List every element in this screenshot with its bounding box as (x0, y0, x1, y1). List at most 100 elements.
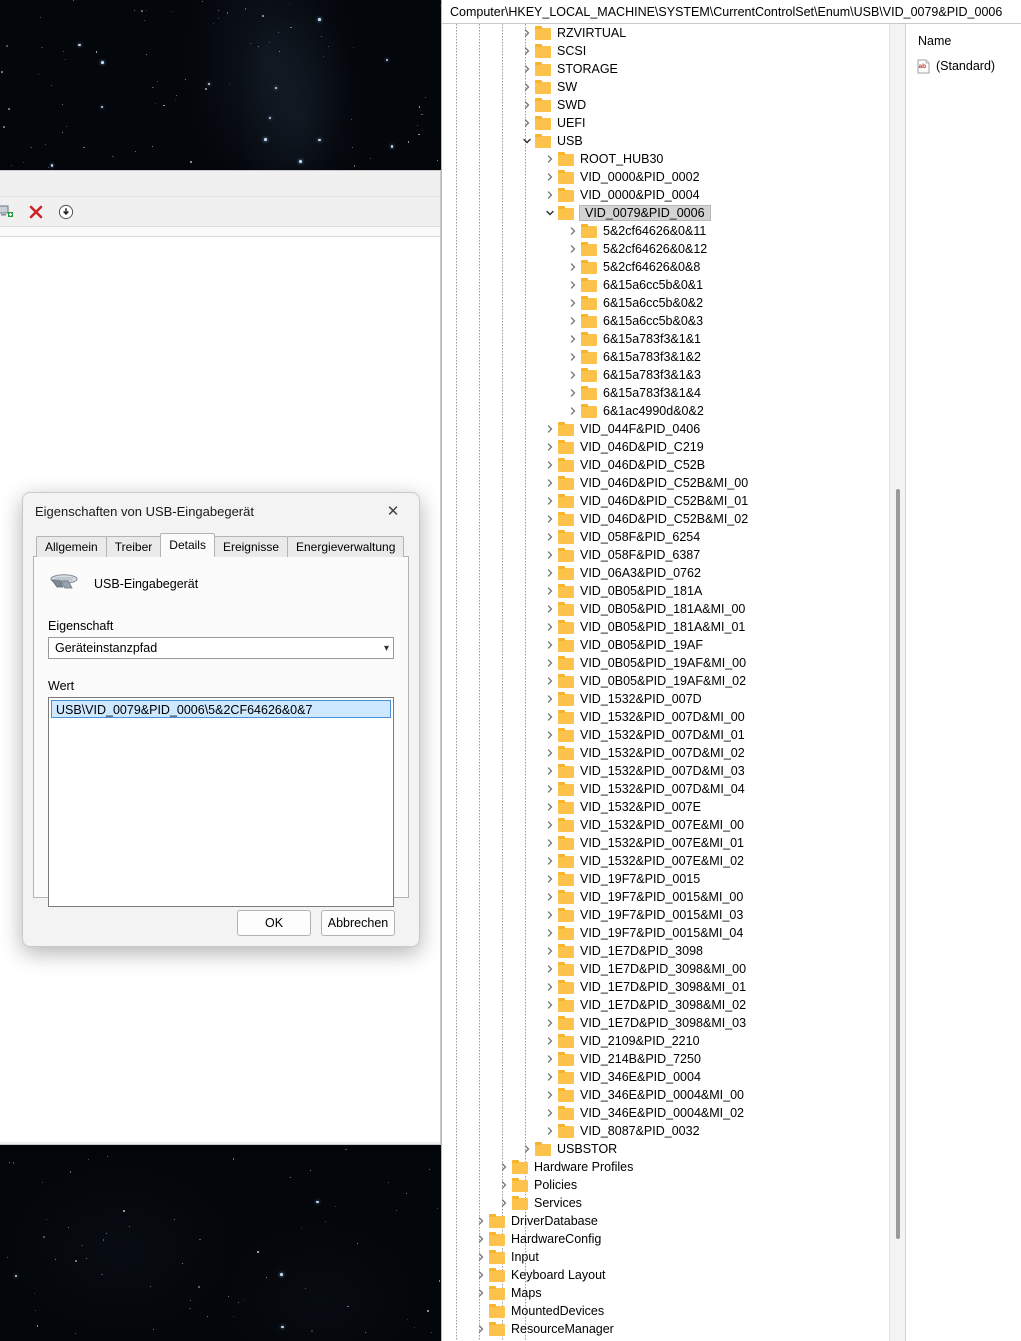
tree-scrollbar[interactable] (889, 24, 905, 1341)
chevron-right-icon[interactable] (542, 529, 558, 545)
chevron-right-icon[interactable] (542, 601, 558, 617)
chevron-right-icon[interactable] (542, 961, 558, 977)
tree-node[interactable]: VID_0B05&PID_19AF&MI_00 (442, 654, 905, 672)
tree-node[interactable]: VID_046D&PID_C52B&MI_02 (442, 510, 905, 528)
chevron-right-icon[interactable] (542, 1069, 558, 1085)
tree-node[interactable]: Maps (442, 1284, 905, 1302)
chevron-right-icon[interactable] (473, 1249, 489, 1265)
chevron-right-icon[interactable] (519, 43, 535, 59)
tree-node[interactable]: 6&15a6cc5b&0&1 (442, 276, 905, 294)
chevron-right-icon[interactable] (542, 1105, 558, 1121)
chevron-right-icon[interactable] (542, 673, 558, 689)
device-manager-toolbar[interactable] (0, 197, 440, 227)
tree-node[interactable]: VID_1532&PID_007E&MI_00 (442, 816, 905, 834)
chevron-right-icon[interactable] (473, 1213, 489, 1229)
tree-node[interactable]: VID_058F&PID_6254 (442, 528, 905, 546)
tree-node[interactable]: VID_044F&PID_0406 (442, 420, 905, 438)
tree-node[interactable]: VID_0000&PID_0002 (442, 168, 905, 186)
chevron-right-icon[interactable] (542, 889, 558, 905)
tree-node[interactable]: SW (442, 78, 905, 96)
tree-scrollbar-thumb[interactable] (896, 489, 900, 1239)
device-properties-dialog[interactable]: Eigenschaften von USB-Eingabegerät ✕ All… (22, 492, 420, 947)
value-row[interactable]: ab(Standard) (906, 56, 1021, 76)
tree-node[interactable]: VID_0B05&PID_181A (442, 582, 905, 600)
tree-node[interactable]: VID_1E7D&PID_3098&MI_01 (442, 978, 905, 996)
chevron-down-icon[interactable] (542, 205, 558, 221)
chevron-right-icon[interactable] (473, 1231, 489, 1247)
tree-node[interactable]: USBSTOR (442, 1140, 905, 1158)
chevron-right-icon[interactable] (542, 1087, 558, 1103)
chevron-right-icon[interactable] (565, 313, 581, 329)
chevron-right-icon[interactable] (565, 277, 581, 293)
chevron-right-icon[interactable] (542, 1015, 558, 1031)
chevron-right-icon[interactable] (542, 421, 558, 437)
chevron-right-icon[interactable] (542, 511, 558, 527)
tree-node[interactable]: VID_1532&PID_007D&MI_01 (442, 726, 905, 744)
chevron-right-icon[interactable] (542, 817, 558, 833)
values-column-header[interactable]: Name (906, 30, 1021, 56)
chevron-right-icon[interactable] (542, 1051, 558, 1067)
tree-node[interactable]: 5&2cf64626&0&12 (442, 240, 905, 258)
device-list-item[interactable]: ler (0, 299, 440, 317)
chevron-right-icon[interactable] (542, 943, 558, 959)
tree-node[interactable]: UEFI (442, 114, 905, 132)
chevron-right-icon[interactable] (496, 1195, 512, 1211)
device-list-item[interactable]: rgerät (0, 407, 440, 425)
tree-node[interactable]: 6&15a6cc5b&0&3 (442, 312, 905, 330)
device-list-item[interactable]: rgerät (0, 389, 440, 407)
chevron-right-icon[interactable] (542, 979, 558, 995)
chevron-right-icon[interactable] (542, 799, 558, 815)
tree-node[interactable]: VID_8087&PID_0032 (442, 1122, 905, 1140)
tree-node[interactable]: VID_1532&PID_007D&MI_02 (442, 744, 905, 762)
tree-node[interactable]: VID_1532&PID_007D&MI_03 (442, 762, 905, 780)
tree-node[interactable]: VID_046D&PID_C219 (442, 438, 905, 456)
chevron-right-icon[interactable] (542, 457, 558, 473)
chevron-right-icon[interactable] (565, 367, 581, 383)
tree-node[interactable]: VID_046D&PID_C52B&MI_01 (442, 492, 905, 510)
tree-node[interactable]: HardwareConfig (442, 1230, 905, 1248)
tree-node[interactable]: Keyboard Layout (442, 1266, 905, 1284)
tab-details[interactable]: Details (160, 533, 215, 557)
chevron-right-icon[interactable] (565, 349, 581, 365)
chevron-right-icon[interactable] (565, 295, 581, 311)
chevron-right-icon[interactable] (542, 835, 558, 851)
tree-node[interactable]: VID_0000&PID_0004 (442, 186, 905, 204)
chevron-right-icon[interactable] (473, 1267, 489, 1283)
tree-node[interactable]: VID_346E&PID_0004 (442, 1068, 905, 1086)
tree-node[interactable]: Input (442, 1248, 905, 1266)
tab-ereignisse[interactable]: Ereignisse (214, 536, 288, 557)
tree-node[interactable]: VID_1532&PID_007D (442, 690, 905, 708)
chevron-right-icon[interactable] (542, 853, 558, 869)
ok-button[interactable]: OK (237, 910, 311, 936)
tree-node[interactable]: VID_046D&PID_C52B (442, 456, 905, 474)
chevron-right-icon[interactable] (542, 925, 558, 941)
value-list[interactable]: USB\VID_0079&PID_0006\5&2CF64626&0&7 (48, 697, 394, 907)
device-list-item[interactable]: rgerät (0, 371, 440, 389)
device-list-item[interactable]: ler (0, 281, 440, 299)
tree-node[interactable]: Policies (442, 1176, 905, 1194)
registry-key-tree[interactable]: RZVIRTUALSCSISTORAGESWSWDUEFIUSBROOT_HUB… (442, 24, 906, 1341)
tree-node[interactable]: 5&2cf64626&0&11 (442, 222, 905, 240)
registry-address-bar[interactable]: Computer\HKEY_LOCAL_MACHINE\SYSTEM\Curre… (442, 0, 1021, 24)
tree-node[interactable]: VID_0B05&PID_19AF (442, 636, 905, 654)
tree-node[interactable]: VID_2109&PID_2210 (442, 1032, 905, 1050)
tree-node[interactable]: 6&15a783f3&1&3 (442, 366, 905, 384)
cancel-button[interactable]: Abbrechen (321, 910, 395, 936)
tree-node[interactable]: RZVIRTUAL (442, 24, 905, 42)
chevron-right-icon[interactable] (542, 547, 558, 563)
tree-node[interactable]: VID_346E&PID_0004&MI_02 (442, 1104, 905, 1122)
chevron-right-icon[interactable] (542, 619, 558, 635)
tree-node[interactable]: VID_214B&PID_7250 (442, 1050, 905, 1068)
chevron-right-icon[interactable] (473, 1285, 489, 1301)
device-list-item[interactable]: ler (0, 263, 440, 281)
tree-node[interactable]: USB (442, 132, 905, 150)
tree-node[interactable]: VID_0079&PID_0006 (442, 204, 905, 222)
device-list-item[interactable]: rgerät (0, 425, 440, 443)
tree-node[interactable]: 6&1ac4990d&0&2 (442, 402, 905, 420)
close-icon[interactable]: ✕ (373, 496, 413, 526)
tree-node[interactable]: 6&15a783f3&1&2 (442, 348, 905, 366)
chevron-right-icon[interactable] (542, 727, 558, 743)
dialog-tabstrip[interactable]: AllgemeinTreiberDetailsEreignisseEnergie… (33, 533, 409, 557)
tree-node[interactable]: Hardware Profiles (442, 1158, 905, 1176)
chevron-right-icon[interactable] (519, 61, 535, 77)
